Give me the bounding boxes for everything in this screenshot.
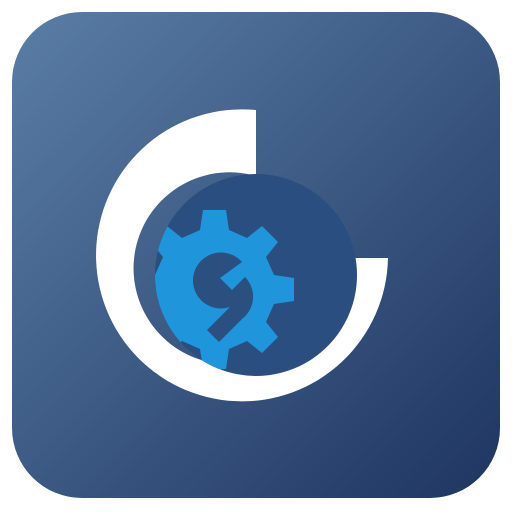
app-icon-canvas xyxy=(0,0,512,512)
settings-app-icon[interactable] xyxy=(0,0,512,512)
